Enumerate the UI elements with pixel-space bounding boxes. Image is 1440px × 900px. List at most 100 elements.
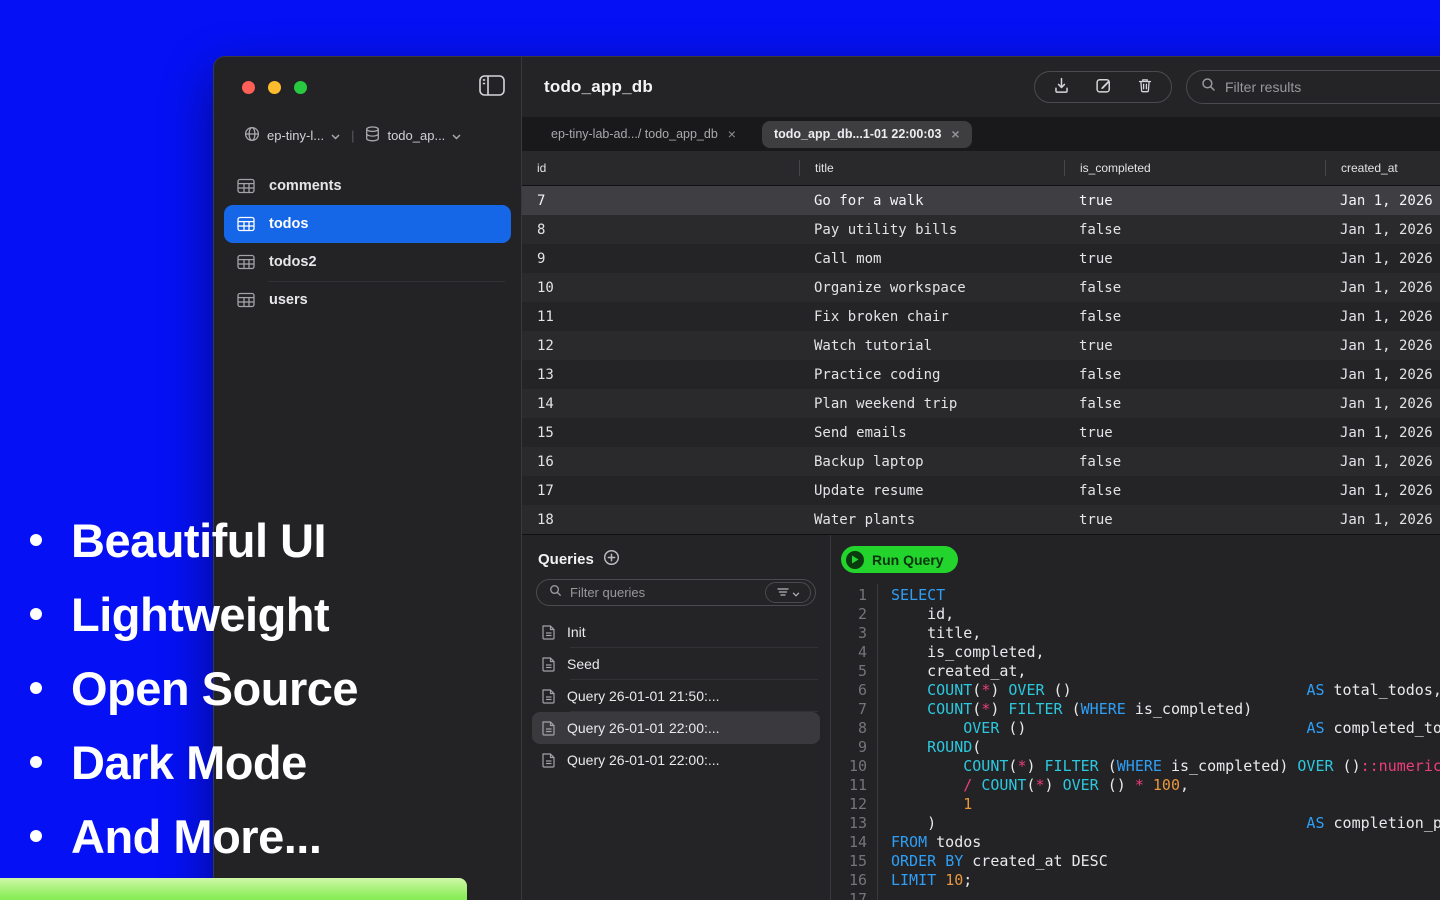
server-icon <box>244 126 260 145</box>
cell-is_completed: true <box>1064 338 1325 354</box>
sidebar-item-comments[interactable]: comments <box>224 167 511 205</box>
query-item[interactable]: Query 26-01-01 22:00:... <box>532 712 820 744</box>
token <box>891 757 963 775</box>
cell-id: 13 <box>522 367 799 383</box>
token: ( <box>1026 776 1035 794</box>
connection-bar: ep-tiny-l... | todo_ap... <box>214 117 521 153</box>
delete-row-button[interactable] <box>1125 72 1165 102</box>
table-row[interactable]: 10Organize workspacefalseJan 1, 2026 <box>522 273 1440 302</box>
query-editor: Run Query 1234567891011121314151617 SELE… <box>831 535 1440 900</box>
feature-bullet: Dark Mode <box>30 725 358 799</box>
code-line: / COUNT(*) OVER () * 100, <box>891 776 1440 795</box>
token: * <box>981 700 990 718</box>
column-header-created_at[interactable]: created_at <box>1325 160 1440 176</box>
toggle-sidebar-button[interactable] <box>479 75 505 99</box>
sql-code-area[interactable]: 1234567891011121314151617 SELECT id, tit… <box>831 584 1440 900</box>
cell-is_completed: true <box>1064 193 1325 209</box>
document-icon <box>542 689 555 704</box>
bullet-text: And More... <box>71 809 321 864</box>
cell-id: 16 <box>522 454 799 470</box>
cell-title: Plan weekend trip <box>799 396 1064 412</box>
add-query-button[interactable] <box>603 549 620 569</box>
query-item[interactable]: Seed <box>532 648 820 680</box>
token: ; <box>963 871 972 889</box>
token: COUNT <box>981 776 1026 794</box>
cell-is_completed: false <box>1064 454 1325 470</box>
cell-is_completed: false <box>1064 222 1325 238</box>
token: todos <box>927 833 981 851</box>
close-window-button[interactable] <box>242 81 255 94</box>
line-number: 13 <box>831 814 867 833</box>
table-row[interactable]: 7Go for a walktrueJan 1, 2026 <box>522 186 1440 215</box>
run-query-button[interactable]: Run Query <box>841 546 958 573</box>
sidebar-item-users[interactable]: users <box>224 281 511 319</box>
trash-icon <box>1137 77 1153 97</box>
filter-results-input[interactable] <box>1225 79 1425 95</box>
token: OVER <box>1063 776 1099 794</box>
filter-results-box <box>1186 70 1440 104</box>
plus-circle-icon <box>603 549 620 569</box>
column-header-id[interactable]: id <box>522 160 799 176</box>
cell-created_at: Jan 1, 2026 <box>1325 338 1440 354</box>
cell-created_at: Jan 1, 2026 <box>1325 222 1440 238</box>
table-row[interactable]: 17Update resumefalseJan 1, 2026 <box>522 476 1440 505</box>
queries-title: Queries <box>538 551 594 568</box>
code-line: FROM todos <box>891 833 1440 852</box>
tab-1[interactable]: todo_app_db...1-01 22:00:03 × <box>762 121 972 148</box>
database-selector[interactable]: todo_ap... <box>387 128 445 143</box>
column-header-title[interactable]: title <box>799 160 1064 176</box>
token: FILTER <box>1045 757 1099 775</box>
table-row[interactable]: 12Watch tutorialtrueJan 1, 2026 <box>522 331 1440 360</box>
token: title, <box>891 624 981 642</box>
close-tab-icon[interactable]: × <box>951 127 959 141</box>
line-number: 17 <box>831 890 867 900</box>
token <box>891 776 963 794</box>
column-header-is_completed[interactable]: is_completed <box>1064 160 1325 176</box>
chevron-down-icon <box>792 585 800 600</box>
token: * <box>1135 776 1144 794</box>
token: LIMIT <box>891 871 936 889</box>
edit-row-button[interactable] <box>1083 72 1123 102</box>
token: * <box>1036 776 1045 794</box>
token <box>891 719 963 737</box>
token: OVER <box>1008 681 1044 699</box>
token: AS <box>1306 719 1324 737</box>
table-row[interactable]: 8Pay utility billsfalseJan 1, 2026 <box>522 215 1440 244</box>
export-button[interactable] <box>1041 72 1081 102</box>
sidebar-item-todos2[interactable]: todos2 <box>224 243 511 281</box>
tab-label: todo_app_db...1-01 22:00:03 <box>774 127 941 141</box>
cell-is_completed: false <box>1064 396 1325 412</box>
table-row[interactable]: 11Fix broken chairfalseJan 1, 2026 <box>522 302 1440 331</box>
tab-0[interactable]: ep-tiny-lab-ad.../ todo_app_db× <box>539 121 748 148</box>
server-selector[interactable]: ep-tiny-l... <box>267 128 324 143</box>
query-sort-button[interactable] <box>765 582 811 603</box>
table-name: todos2 <box>269 254 317 270</box>
query-item[interactable]: Query 26-01-01 22:00:... <box>532 744 820 776</box>
table-row[interactable]: 9Call momtrueJan 1, 2026 <box>522 244 1440 273</box>
token: created_at, <box>891 662 1026 680</box>
code-line: 1 <box>891 795 1440 814</box>
token: ( <box>1099 757 1117 775</box>
token: created_at DESC <box>963 852 1108 870</box>
table-name: users <box>269 292 308 308</box>
results-grid: 7Go for a walktrueJan 1, 20268Pay utilit… <box>522 186 1440 534</box>
minimize-window-button[interactable] <box>268 81 281 94</box>
query-item[interactable]: Init <box>532 616 820 648</box>
cell-created_at: Jan 1, 2026 <box>1325 280 1440 296</box>
zoom-window-button[interactable] <box>294 81 307 94</box>
sidebar-item-todos[interactable]: todos <box>224 205 511 243</box>
code-line: id, <box>891 605 1440 624</box>
feature-bullet: Open Source <box>30 651 358 725</box>
filter-queries-input[interactable] <box>570 585 757 600</box>
line-numbers: 1234567891011121314151617 <box>831 584 878 900</box>
close-tab-icon[interactable]: × <box>728 127 736 141</box>
table-name: comments <box>269 178 342 194</box>
table-row[interactable]: 13Practice codingfalseJan 1, 2026 <box>522 360 1440 389</box>
table-row[interactable]: 14Plan weekend tripfalseJan 1, 2026 <box>522 389 1440 418</box>
query-item[interactable]: Query 26-01-01 21:50:... <box>532 680 820 712</box>
table-row[interactable]: 15Send emailstrueJan 1, 2026 <box>522 418 1440 447</box>
table-row[interactable]: 16Backup laptopfalseJan 1, 2026 <box>522 447 1440 476</box>
window-controls <box>214 57 521 117</box>
database-icon <box>365 126 380 145</box>
table-row[interactable]: 18Water plantstrueJan 1, 2026 <box>522 505 1440 534</box>
